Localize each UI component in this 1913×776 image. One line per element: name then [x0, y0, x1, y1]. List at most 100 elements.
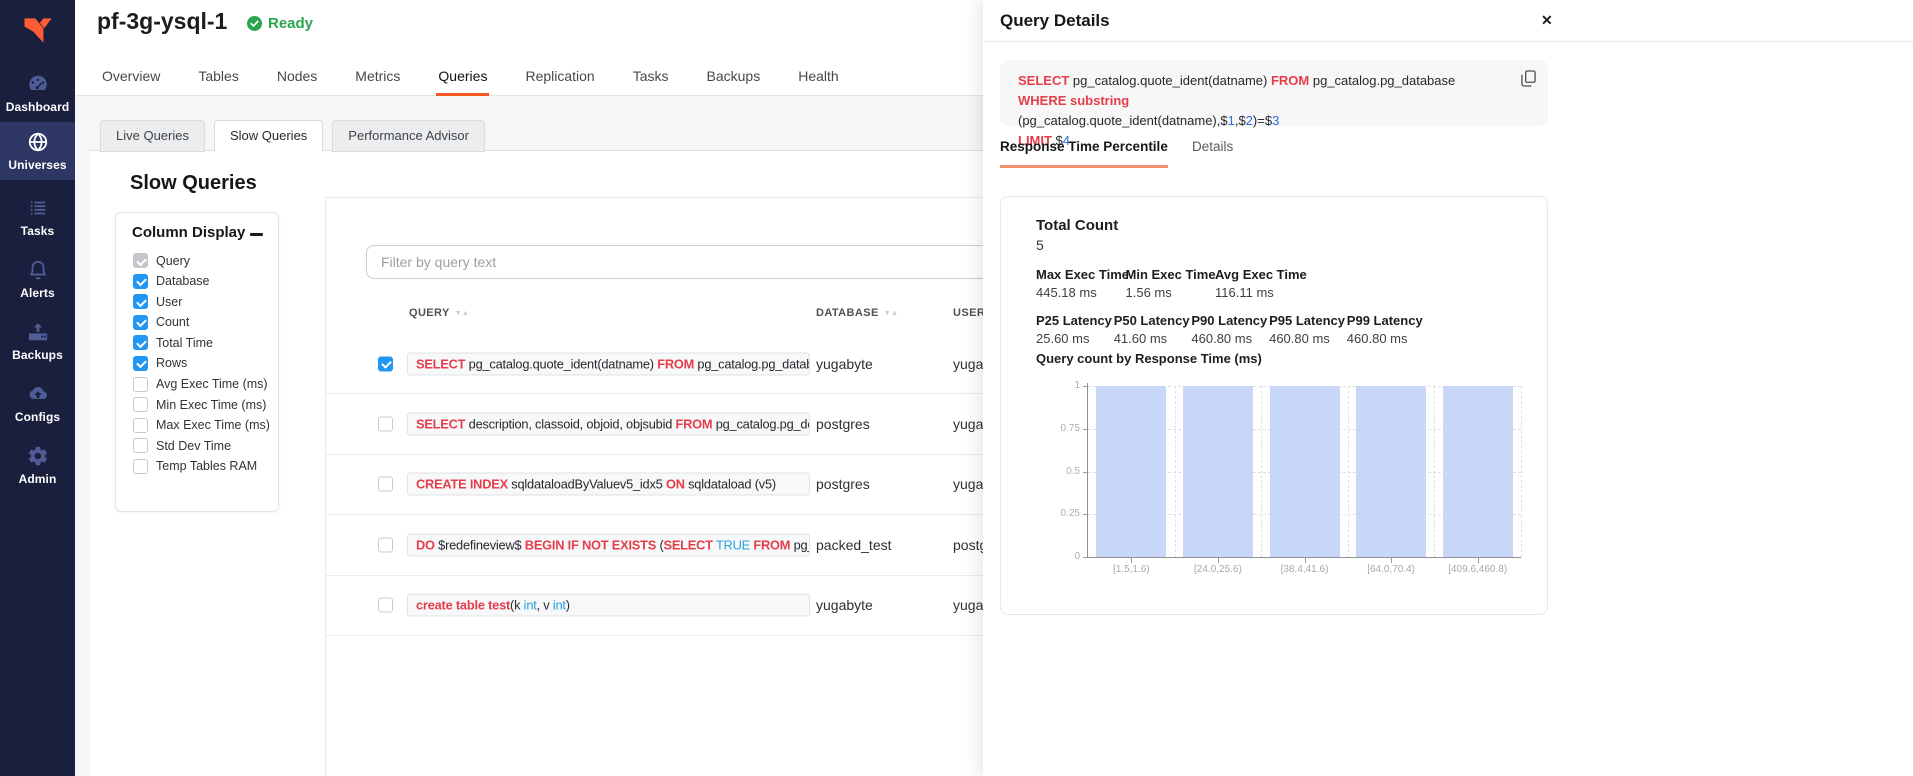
checkbox-max-exec-time-ms[interactable]: [133, 418, 148, 433]
total-count-label: Total Count: [1036, 217, 1118, 234]
x-tick-label: [64.0,70.4): [1367, 564, 1415, 575]
tab-replication[interactable]: Replication: [523, 57, 596, 96]
y-tick-label: 0.5: [1044, 466, 1080, 477]
column-option-label: Temp Tables RAM: [156, 459, 257, 473]
sidebar-item-label: Tasks: [21, 224, 55, 238]
column-option-label: Min Exec Time (ms): [156, 398, 266, 412]
tab-health[interactable]: Health: [796, 57, 840, 96]
sort-carets-icon: ▼▲: [455, 310, 470, 317]
stat-label: Min Exec Time: [1126, 267, 1216, 282]
column-option-min-exec-time-ms: Min Exec Time (ms): [133, 397, 272, 412]
database-cell: yugabyte: [816, 356, 873, 372]
sidebar-item-universes[interactable]: Universes: [0, 122, 75, 180]
checkbox-temp-tables-ram[interactable]: [133, 459, 148, 474]
checkbox-min-exec-time-ms[interactable]: [133, 397, 148, 412]
row-checkbox[interactable]: [378, 598, 393, 613]
checkbox-user[interactable]: [133, 294, 148, 309]
stat-max-exec-time: Max Exec Time445.18 ms: [1036, 267, 1129, 300]
tab-overview[interactable]: Overview: [100, 57, 162, 96]
query-cell[interactable]: SELECT description, classoid, objoid, ob…: [407, 413, 810, 436]
database-cell: postgres: [816, 476, 870, 492]
checkbox-database[interactable]: [133, 274, 148, 289]
gridline: [1175, 386, 1176, 557]
stat-min-exec-time: Min Exec Time1.56 ms: [1126, 267, 1216, 300]
tab-details[interactable]: Details: [1192, 139, 1233, 165]
sidebar-item-alerts[interactable]: Alerts: [0, 250, 75, 308]
stat-label: P95 Latency: [1269, 313, 1345, 328]
stat-avg-exec-time: Avg Exec Time116.11 ms: [1215, 267, 1307, 300]
yugabyte-logo-icon[interactable]: [0, 10, 75, 52]
checkbox-avg-exec-time-ms[interactable]: [133, 377, 148, 392]
tab-tasks[interactable]: Tasks: [631, 57, 671, 96]
tab-queries[interactable]: Queries: [436, 57, 489, 96]
gridline: [1348, 386, 1349, 557]
collapse-minus-icon[interactable]: [250, 227, 264, 241]
checkbox-std-dev-time[interactable]: [133, 438, 148, 453]
column-option-database: Database: [133, 274, 272, 289]
stat-value: 41.60 ms: [1114, 331, 1190, 346]
close-icon[interactable]: ✕: [1541, 12, 1553, 29]
gridline: [1261, 386, 1262, 557]
column-option-label: User: [156, 295, 182, 309]
query-cell[interactable]: create table test(k int, v int): [407, 594, 810, 617]
gauge-icon: [27, 73, 49, 95]
stat-value: 460.80 ms: [1269, 331, 1345, 346]
x-tick-label: [24.0,25.6): [1194, 564, 1242, 575]
sidebar-item-label: Dashboard: [6, 100, 70, 114]
database-cell: postgres: [816, 416, 870, 432]
tab-backups[interactable]: Backups: [705, 57, 763, 96]
sidebar-item-backups[interactable]: Backups: [0, 312, 75, 370]
subtab-live-queries[interactable]: Live Queries: [100, 120, 205, 152]
checkbox-query: [133, 253, 148, 268]
row-checkbox[interactable]: [378, 356, 393, 371]
checkbox-rows[interactable]: [133, 356, 148, 371]
column-option-temp-tables-ram: Temp Tables RAM: [133, 459, 272, 474]
panel-title: Query Details: [1000, 11, 1110, 31]
column-display-title: Column Display: [132, 224, 245, 241]
column-option-rows: Rows: [133, 356, 272, 371]
column-option-label: Database: [156, 274, 210, 288]
checkbox-total-time[interactable]: [133, 335, 148, 350]
checkbox-count[interactable]: [133, 315, 148, 330]
query-cell[interactable]: SELECT pg_catalog.quote_ident(datname) F…: [407, 352, 810, 375]
y-tick-label: 0.75: [1044, 423, 1080, 434]
row-checkbox[interactable]: [378, 537, 393, 552]
sidebar-item-dashboard[interactable]: Dashboard: [0, 64, 75, 122]
tab-response-time-percentile[interactable]: Response Time Percentile: [1000, 139, 1168, 168]
query-cell[interactable]: DO $redefineview$ BEGIN IF NOT EXISTS (S…: [407, 533, 810, 556]
column-display-card: Column Display QueryDatabaseUserCountTot…: [115, 212, 279, 512]
globe-icon: [27, 131, 49, 153]
database-cell: yugabyte: [816, 597, 873, 613]
stat-label: P99 Latency: [1347, 313, 1423, 328]
sql-line: (pg_catalog.quote_ident(datname),$1,$2)=…: [1018, 111, 1506, 131]
tab-nodes[interactable]: Nodes: [275, 57, 319, 96]
tab-tables[interactable]: Tables: [196, 57, 240, 96]
list-icon: [27, 197, 49, 219]
subtab-slow-queries[interactable]: Slow Queries: [214, 120, 323, 152]
tab-metrics[interactable]: Metrics: [353, 57, 402, 96]
chart-plot: 00.250.50.751[1.5,1.6)[24.0,25.6)[38.4,4…: [1088, 386, 1521, 557]
column-header-database[interactable]: DATABASE▼▲: [816, 307, 898, 319]
sidebar-item-label: Backups: [12, 348, 63, 362]
row-checkbox[interactable]: [378, 417, 393, 432]
sidebar-item-admin[interactable]: Admin: [0, 436, 75, 494]
sidebar-item-configs[interactable]: Configs: [0, 374, 75, 432]
column-header-query[interactable]: QUERY▼▲: [409, 307, 469, 319]
column-option-user: User: [133, 294, 272, 309]
x-tick-label: [409.6,460.8): [1448, 564, 1507, 575]
stat-p99-latency: P99 Latency460.80 ms: [1347, 313, 1423, 346]
copy-icon[interactable]: [1521, 70, 1536, 87]
column-option-total-time: Total Time: [133, 335, 272, 350]
subtab-performance-advisor[interactable]: Performance Advisor: [332, 120, 485, 152]
query-subtabs: Live Queries Slow Queries Performance Advi…: [100, 120, 485, 152]
sql-line: SELECT pg_catalog.quote_ident(datname) F…: [1018, 71, 1506, 111]
sidebar-item-tasks[interactable]: Tasks: [0, 188, 75, 246]
row-checkbox[interactable]: [378, 477, 393, 492]
query-cell[interactable]: CREATE INDEX sqldataloadByValuev5_idx5 O…: [407, 473, 810, 496]
column-option-max-exec-time-ms: Max Exec Time (ms): [133, 418, 272, 433]
gear-icon: [27, 445, 49, 467]
stat-label: Max Exec Time: [1036, 267, 1129, 282]
column-option-label: Avg Exec Time (ms): [156, 377, 268, 391]
sidebar: Dashboard Universes Tasks Alerts Backups Conf…: [0, 0, 75, 776]
chart-bar: [1096, 386, 1166, 557]
